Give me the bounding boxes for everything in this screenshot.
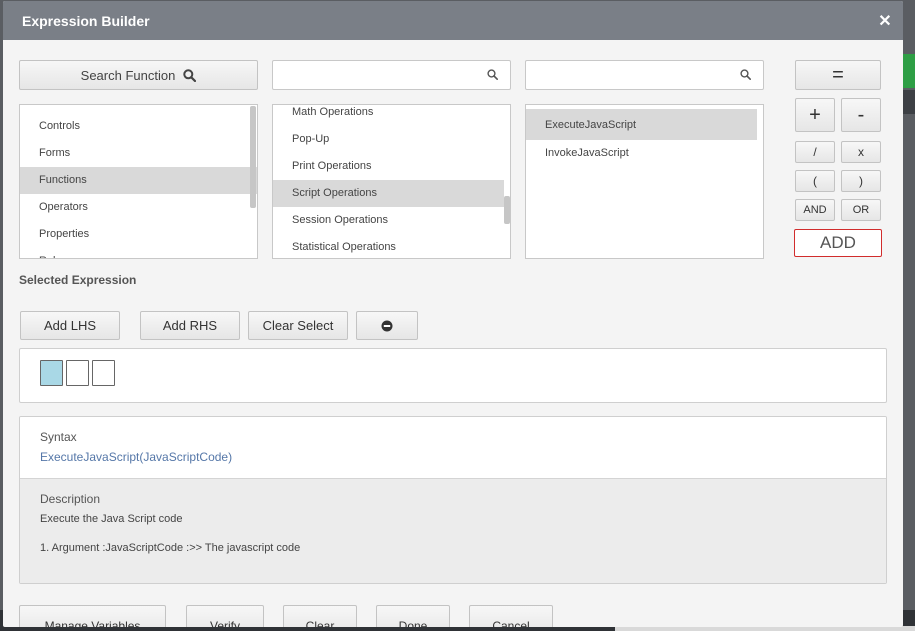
list-item[interactable]: Pop-Up — [273, 126, 510, 153]
close-paren-button[interactable]: ) — [841, 170, 881, 192]
description-section: Description Execute the Java Script code… — [20, 478, 886, 583]
syntax-label: Syntax — [40, 430, 77, 444]
plus-button[interactable]: + — [795, 98, 835, 132]
function-group-list[interactable]: Math Operations Pop-Up Print Operations … — [272, 104, 511, 259]
add-rhs-button[interactable]: Add RHS — [140, 311, 240, 340]
add-lhs-button[interactable]: Add LHS — [20, 311, 120, 340]
or-button[interactable]: OR — [841, 199, 881, 221]
and-button[interactable]: AND — [795, 199, 835, 221]
dialog-title: Expression Builder — [22, 12, 150, 29]
list-item-selected[interactable]: Script Operations — [273, 180, 504, 207]
clear-button[interactable]: Clear — [283, 605, 357, 627]
search-icon — [740, 69, 751, 80]
list-item[interactable]: Rules — [20, 248, 257, 258]
function-search — [525, 60, 764, 90]
divide-button[interactable]: / — [795, 141, 835, 163]
expression-slot[interactable] — [66, 360, 89, 386]
background-green-button — [903, 54, 915, 88]
cancel-button[interactable]: Cancel — [469, 605, 553, 627]
search-icon — [183, 68, 197, 82]
expression-editor — [19, 348, 887, 403]
clear-select-button[interactable]: Clear Select — [248, 311, 348, 340]
function-group-search — [272, 60, 511, 90]
expression-builder-dialog: Expression Builder ✕ Search Function Con… — [3, 1, 903, 627]
minus-button[interactable]: - — [841, 98, 881, 132]
search-function-button[interactable]: Search Function — [19, 60, 258, 90]
expression-slot[interactable] — [40, 360, 63, 386]
scrollbar[interactable] — [504, 196, 510, 224]
search-function-label: Search Function — [80, 67, 176, 83]
category-list[interactable]: Controls Forms Functions Operators Prope… — [19, 104, 258, 259]
add-button[interactable]: ADD — [794, 229, 882, 257]
syntax-section: Syntax ExecuteJavaScript(JavaScriptCode) — [20, 417, 886, 478]
list-item[interactable]: Math Operations — [273, 105, 510, 126]
equals-button[interactable]: = — [795, 60, 881, 90]
description-label: Description — [40, 492, 101, 506]
verify-button[interactable]: Verify — [186, 605, 264, 627]
list-item[interactable]: Operators — [20, 194, 257, 221]
selected-expression-label: Selected Expression — [19, 273, 137, 287]
function-search-input[interactable] — [526, 61, 726, 89]
list-item[interactable]: InvokeJavaScript — [526, 140, 763, 167]
list-item[interactable]: Forms — [20, 140, 257, 167]
list-item[interactable]: Controls — [20, 113, 257, 140]
background-panel — [903, 90, 915, 114]
list-item[interactable]: Session Operations — [273, 207, 510, 234]
search-icon — [487, 69, 498, 80]
syntax-value: ExecuteJavaScript(JavaScriptCode) — [40, 450, 233, 464]
dialog-header: Expression Builder ✕ — [3, 1, 903, 40]
scrollbar[interactable] — [250, 106, 256, 208]
list-item[interactable]: Statistical Operations — [273, 234, 510, 258]
done-button[interactable]: Done — [376, 605, 450, 627]
function-group-search-input[interactable] — [273, 61, 473, 89]
close-icon[interactable]: ✕ — [877, 11, 893, 31]
minus-circle-icon — [381, 320, 393, 331]
open-paren-button[interactable]: ( — [795, 170, 835, 192]
expression-slot[interactable] — [92, 360, 115, 386]
list-item-selected[interactable]: Functions — [20, 167, 257, 194]
multiply-button[interactable]: x — [841, 141, 881, 163]
description-text: Execute the Java Script code — [40, 513, 183, 525]
description-argument: 1. Argument :JavaScriptCode :>> The java… — [40, 542, 301, 554]
manage-variables-button[interactable]: Manage Variables — [19, 605, 166, 627]
function-list[interactable]: ExecuteJavaScript InvokeJavaScript — [525, 104, 764, 259]
list-item[interactable]: Print Operations — [273, 153, 510, 180]
list-item-selected[interactable]: ExecuteJavaScript — [526, 109, 757, 140]
syntax-panel: Syntax ExecuteJavaScript(JavaScriptCode)… — [19, 416, 887, 584]
list-item[interactable]: Properties — [20, 221, 257, 248]
remove-button[interactable] — [356, 311, 418, 340]
